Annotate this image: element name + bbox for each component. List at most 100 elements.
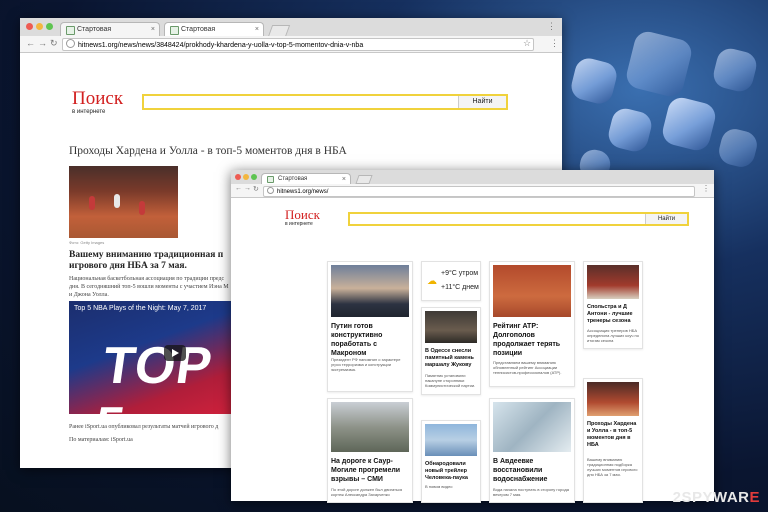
news-card[interactable]: В Одессе снесли памятный камень маршалу …	[421, 307, 481, 395]
news-description: В новом видео	[425, 484, 453, 489]
news-image-water	[493, 402, 571, 452]
article-footer-text: Ранее iSport.ua опубликовал результаты м…	[69, 424, 219, 430]
close-window-button[interactable]	[26, 23, 33, 30]
logo-subtitle: в интернете	[72, 109, 106, 115]
browser-tab-active[interactable]: Стартовая ×	[164, 22, 264, 36]
video-player[interactable]: Top 5 NBA Plays of the Night: May 7, 201…	[69, 301, 235, 414]
news-description: Президент РФ напомнил о характере угроз …	[331, 357, 401, 372]
url-text: hitnews1.org/news/	[277, 189, 329, 195]
search-button[interactable]: Найти	[458, 96, 506, 108]
news-card[interactable]: Спольстра и Д Антони - лучшие тренеры се…	[583, 261, 643, 349]
news-headline: Обнародовали новый трейлер Человека-паук…	[425, 461, 468, 481]
browser-tab[interactable]: Стартовая ×	[60, 22, 160, 36]
url-text: hitnews1.org/news/news/3848424/prokhody-…	[78, 42, 364, 49]
site-logo[interactable]: Поиск в интернете	[72, 88, 124, 116]
search-box[interactable]: Найти	[348, 212, 689, 226]
close-tab-icon[interactable]: ×	[342, 174, 346, 184]
back-icon[interactable]: ←	[26, 38, 35, 48]
tab-label: Стартовая	[278, 176, 308, 182]
forward-icon[interactable]: →	[244, 185, 251, 192]
article-subtitle: Вашему вниманию традиционная п игрового …	[69, 250, 224, 271]
browser-window-front: Стартовая × ← → ↻ hitnews1.org/news/ ⋮ П…	[231, 170, 714, 503]
news-headline: Спольстра и Д Антони - лучшие тренеры се…	[587, 304, 633, 324]
page-icon	[170, 26, 179, 35]
news-image-nba	[587, 382, 639, 416]
news-image-tennis	[493, 265, 571, 317]
news-headline: В Одессе снесли памятный камень маршалу …	[425, 348, 474, 368]
browser-menu-icon[interactable]: ⋮	[550, 38, 559, 49]
news-image-spiderman	[425, 424, 477, 456]
tab-label: Стартовая	[77, 26, 112, 33]
address-bar[interactable]: hitnews1.org/news/	[263, 186, 695, 197]
tab-strip: Стартовая ×	[231, 170, 714, 184]
news-headline: В Авдеевке восстановили водоснабжение	[493, 458, 548, 483]
minimize-window-button[interactable]	[243, 174, 249, 180]
window-menu-icon[interactable]: ⋮	[547, 21, 556, 32]
article-title: Проходы Хардена и Уолла - в топ-5 момент…	[69, 145, 347, 157]
news-card[interactable]: На дороге к Саур-Могиле прогремели взрыв…	[327, 398, 413, 503]
address-bar[interactable]: hitnews1.org/news/news/3848424/prokhody-…	[62, 38, 534, 51]
minimize-window-button[interactable]	[36, 23, 43, 30]
page-icon	[267, 176, 274, 183]
logo-title: Поиск	[72, 88, 124, 109]
search-box[interactable]: Найти	[142, 94, 508, 110]
news-card[interactable]: Проходы Хардена и Уолла - в топ-5 момент…	[583, 378, 643, 503]
news-image-putin	[331, 265, 409, 317]
browser-tab-active[interactable]: Стартовая ×	[261, 173, 351, 184]
address-toolbar: ← → ↻ hitnews1.org/news/ ⋮	[231, 184, 714, 198]
news-headline: На дороге к Саур-Могиле прогремели взрыв…	[331, 458, 401, 483]
article-paragraph: Национальная баскетбольная ассоциация по…	[69, 276, 229, 298]
maximize-window-button[interactable]	[46, 23, 53, 30]
watermark-logo: 2SPYWARE	[672, 489, 760, 506]
new-tab-button[interactable]	[355, 175, 373, 184]
news-description: Ассоциация тренеров НБА определила лучши…	[587, 328, 639, 343]
news-card[interactable]: Рейтинг ATP: Долгополов продолжает терят…	[489, 261, 575, 387]
news-image-basketball	[587, 265, 639, 299]
player-figure	[89, 196, 95, 210]
play-icon[interactable]	[164, 345, 186, 361]
news-image-monument	[425, 311, 477, 343]
news-description: Вашему вниманию традиционная подборка лу…	[587, 457, 638, 477]
site-logo[interactable]: Поиск в интернете	[285, 208, 320, 227]
maximize-window-button[interactable]	[251, 174, 257, 180]
weather-day: +11°C днем	[441, 284, 479, 291]
reload-icon[interactable]: ↻	[50, 38, 58, 49]
news-headline: Путин готов конструктивно поработать с М…	[331, 323, 383, 357]
photo-caption: Фото: Getty Images	[69, 240, 105, 245]
news-description: Вода начала поступать в сторону города в…	[493, 487, 569, 497]
video-title: Top 5 NBA Plays of the Night: May 7, 201…	[74, 305, 207, 312]
news-description: Представляем вашему вниманию обновленный…	[493, 360, 562, 375]
weather-morning: +9°C утром	[441, 270, 479, 277]
bookmark-star-icon[interactable]: ☆	[523, 38, 531, 49]
news-description: По этой дороге должен был двигаться корт…	[331, 487, 403, 497]
news-headline: Проходы Хардена и Уолла - в топ-5 момент…	[587, 421, 637, 448]
news-image-statue	[331, 402, 409, 452]
news-card[interactable]: Обнародовали новый трейлер Человека-паук…	[421, 420, 481, 503]
info-icon	[66, 39, 75, 48]
forward-icon[interactable]: →	[38, 38, 47, 48]
news-card[interactable]: В Авдеевке восстановили водоснабжение Во…	[489, 398, 575, 503]
info-icon	[267, 187, 274, 194]
player-figure	[139, 201, 145, 215]
article-photo	[69, 166, 178, 238]
search-button[interactable]: Найти	[645, 214, 687, 224]
news-headline: Рейтинг ATP: Долгополов продолжает терят…	[493, 323, 561, 357]
news-card[interactable]: Путин готов конструктивно поработать с М…	[327, 261, 413, 392]
video-thumbnail-text: TOP 5	[91, 337, 216, 414]
close-tab-icon[interactable]: ×	[151, 23, 155, 36]
back-icon[interactable]: ←	[235, 185, 242, 192]
logo-title: Поиск	[285, 207, 320, 222]
tab-label: Стартовая	[181, 26, 216, 33]
weather-widget[interactable]: ☁ +9°C утром +11°C днем	[421, 261, 481, 301]
address-toolbar: ← → ↻ hitnews1.org/news/news/3848424/pro…	[20, 36, 562, 53]
tab-strip: Стартовая × Стартовая × ⋮	[20, 18, 562, 37]
news-description: Памятник установили накануне сторонники …	[425, 373, 476, 388]
page-icon	[66, 26, 75, 35]
player-figure	[114, 194, 120, 208]
browser-menu-icon[interactable]: ⋮	[702, 184, 710, 193]
reload-icon[interactable]: ↻	[253, 185, 259, 193]
weather-cloud-icon: ☁	[427, 276, 437, 287]
close-tab-icon[interactable]: ×	[255, 23, 259, 36]
close-window-button[interactable]	[235, 174, 241, 180]
article-source: По материалам: iSport.ua	[69, 437, 133, 443]
